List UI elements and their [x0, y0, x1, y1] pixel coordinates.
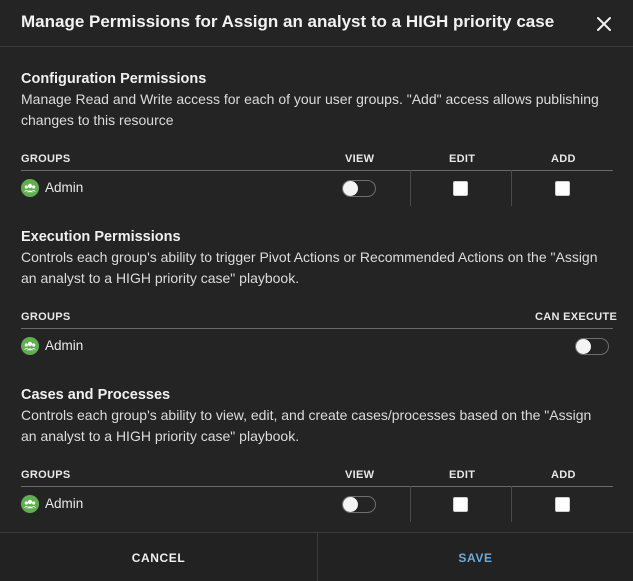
- configuration-groups-header: GROUPS: [21, 153, 71, 165]
- group-icon: [21, 179, 39, 197]
- configuration-section-description: Manage Read and Write access for each of…: [21, 91, 599, 128]
- dialog-header: Manage Permissions for Assign an analyst…: [0, 0, 633, 47]
- configuration-header-divider: [21, 170, 613, 171]
- permissions-dialog: Manage Permissions for Assign an analyst…: [0, 0, 633, 581]
- execution-can-execute-header: CAN EXECUTE: [535, 311, 618, 323]
- save-button[interactable]: SAVE: [318, 533, 633, 581]
- execution-section-description: Controls each group's ability to trigger…: [21, 249, 598, 286]
- configuration-add-checkbox[interactable]: [555, 181, 570, 196]
- execution-can-execute-toggle[interactable]: [575, 338, 609, 355]
- execution-groups-header: GROUPS: [21, 311, 71, 323]
- cases-edit-header: EDIT: [449, 469, 476, 481]
- toggle-knob: [343, 181, 358, 196]
- dialog-title: Manage Permissions for Assign an analyst…: [21, 12, 555, 31]
- group-name: Admin: [45, 180, 84, 195]
- cases-view-header: VIEW: [345, 469, 375, 481]
- column-divider: [511, 486, 512, 522]
- cases-view-toggle[interactable]: [342, 496, 376, 513]
- configuration-view-toggle[interactable]: [342, 180, 376, 197]
- toggle-knob: [576, 339, 591, 354]
- column-divider: [511, 170, 512, 206]
- group-icon: [21, 495, 39, 513]
- cases-edit-checkbox[interactable]: [453, 497, 468, 512]
- configuration-edit-header: EDIT: [449, 153, 476, 165]
- cases-groups-header: GROUPS: [21, 469, 71, 481]
- toggle-knob: [343, 497, 358, 512]
- group-name: Admin: [45, 338, 84, 353]
- cases-section-description: Controls each group's ability to view, e…: [21, 407, 592, 444]
- configuration-edit-checkbox[interactable]: [453, 181, 468, 196]
- configuration-section-title: Configuration Permissions: [21, 71, 207, 87]
- cases-section-title: Cases and Processes: [21, 387, 171, 403]
- execution-section-title: Execution Permissions: [21, 229, 181, 245]
- dialog-footer: CANCEL SAVE: [0, 532, 633, 581]
- close-icon: [597, 17, 611, 31]
- cancel-button[interactable]: CANCEL: [0, 533, 317, 581]
- configuration-add-header: ADD: [551, 153, 576, 165]
- execution-header-divider: [21, 328, 613, 329]
- column-divider: [410, 170, 411, 206]
- cases-add-header: ADD: [551, 469, 576, 481]
- close-button[interactable]: [592, 12, 616, 36]
- configuration-view-header: VIEW: [345, 153, 375, 165]
- column-divider: [410, 486, 411, 522]
- group-name: Admin: [45, 496, 84, 511]
- cases-header-divider: [21, 486, 613, 487]
- cases-add-checkbox[interactable]: [555, 497, 570, 512]
- group-icon: [21, 337, 39, 355]
